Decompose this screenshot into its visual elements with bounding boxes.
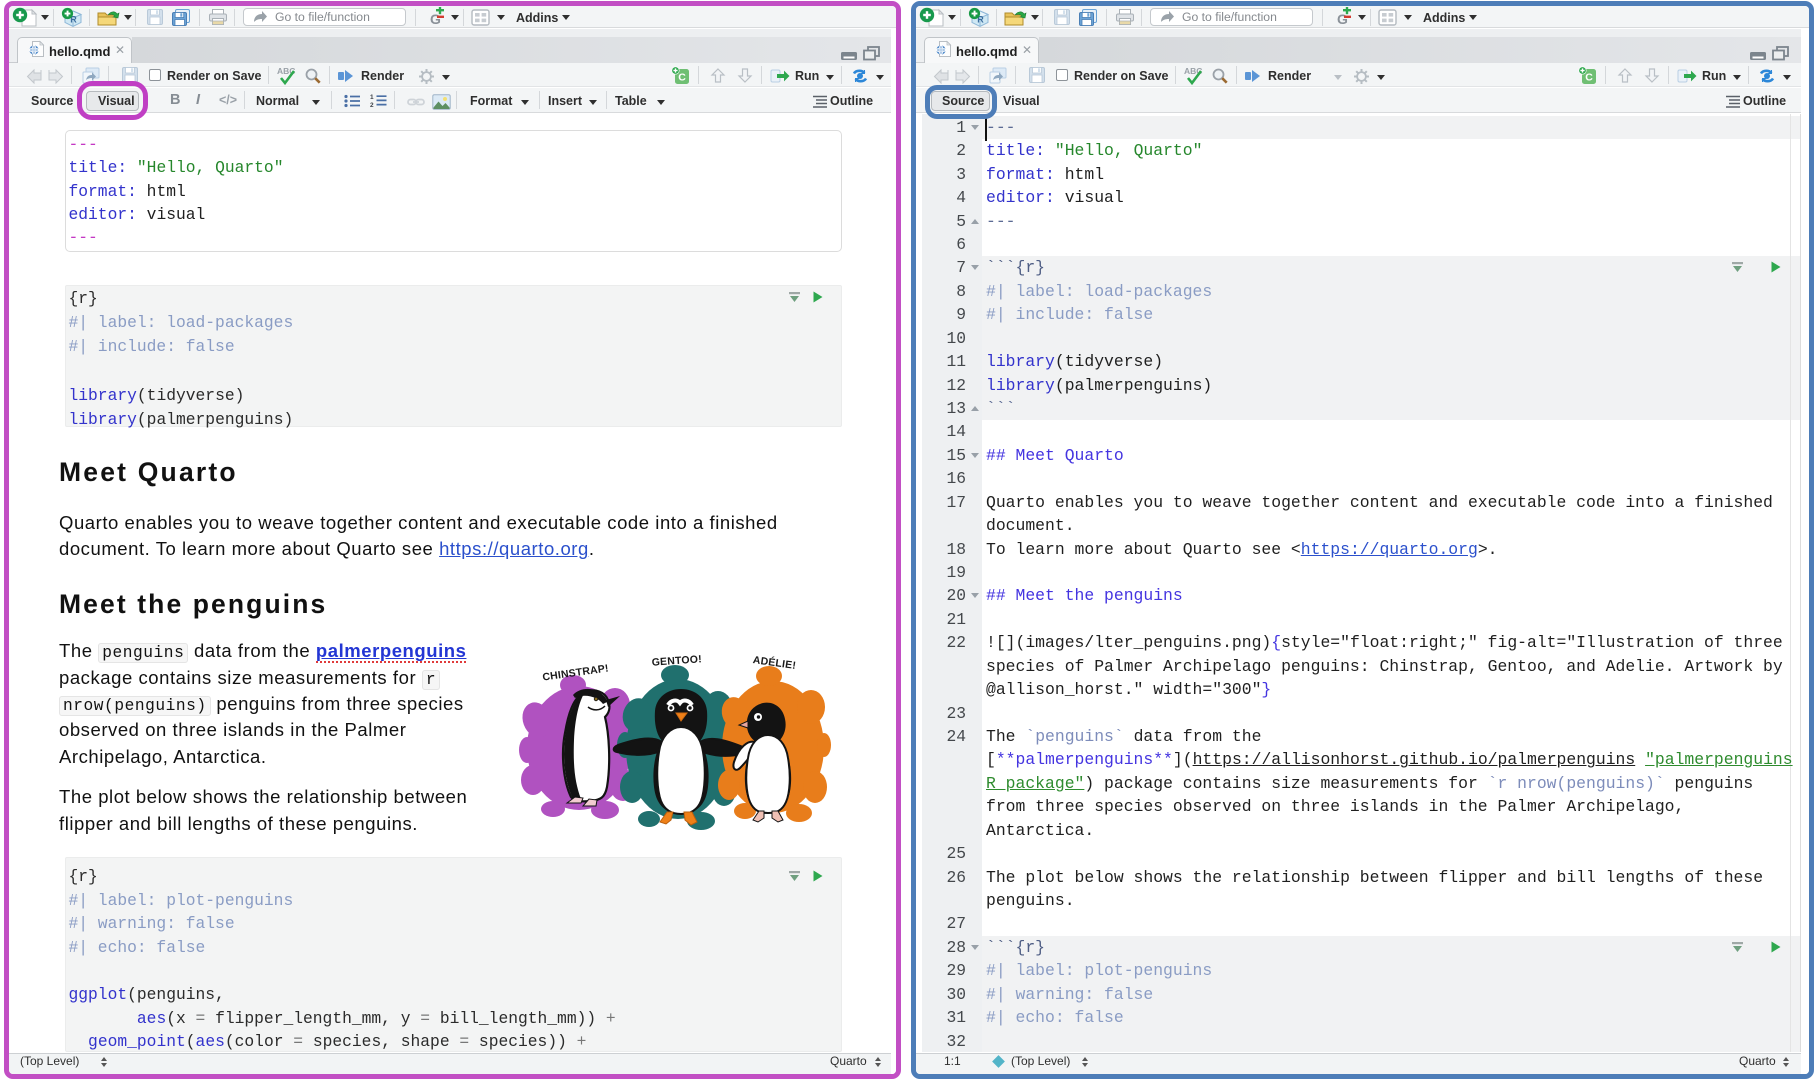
svg-text:GENTOO!: GENTOO!	[651, 653, 702, 668]
svg-text:1: 1	[370, 94, 374, 101]
svg-text:C: C	[1585, 72, 1593, 84]
svg-text:C: C	[678, 72, 686, 84]
svg-text:2: 2	[370, 102, 374, 108]
